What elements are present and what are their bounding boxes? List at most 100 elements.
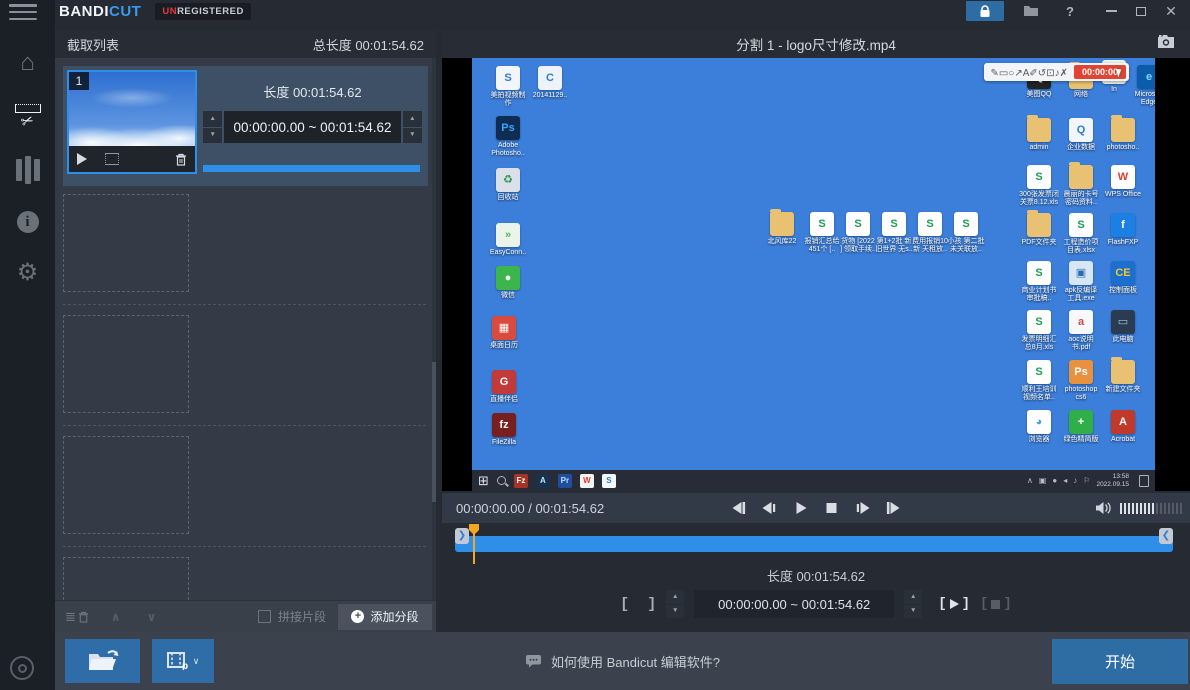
help-button[interactable]: ? — [1058, 1, 1082, 21]
system-tray: ∧▣●◂♪⚐ 13:582022.09.15 — [1027, 473, 1149, 488]
clear-list-button[interactable]: ≣ — [65, 610, 89, 623]
join-icon — [16, 156, 40, 184]
maximize-button[interactable] — [1126, 1, 1156, 21]
desktop-icon: 新建文件夹 — [1101, 360, 1145, 394]
clip-list-title: 截取列表 — [67, 35, 313, 54]
go-end-button[interactable] — [882, 497, 906, 519]
desktop-icon: admin — [1017, 118, 1061, 152]
clip-number-badge: 1 — [69, 72, 89, 90]
preview-title: 分割 1 - logo尺寸修改.mp4 — [736, 34, 896, 54]
set-start-button[interactable]: [ — [620, 596, 629, 613]
desktop-icon: » EasyConn.. — [486, 223, 530, 257]
desktop-icon: 北风库22 — [760, 212, 804, 246]
clip-item-selected[interactable]: 1 长度 00:01:54.62 ▲ ▼ — [63, 66, 428, 186]
segment-time-range[interactable]: 00:00:00.00 ~ 00:01:54.62 — [694, 590, 894, 618]
clip-end-stepper: ▲ ▼ — [403, 111, 422, 143]
clip-film-icon[interactable] — [105, 153, 119, 165]
open-file-titlebar-button[interactable] — [1016, 1, 1046, 21]
empty-slot — [63, 194, 426, 315]
sidebar-item-info[interactable] — [0, 200, 55, 244]
record-icon — [18, 664, 27, 673]
desktop-icon: ▦ 桌面日历 — [482, 316, 526, 350]
playback-controls: 00:00:00.00 / 00:01:54.62 — [442, 493, 1190, 523]
segment-start-handle[interactable]: ❯ — [455, 528, 469, 544]
taskbar-app-icon: Fz — [514, 474, 528, 488]
seg-start-up[interactable]: ▲ — [666, 590, 684, 604]
desktop-icon: e Microsoft Edge — [1127, 65, 1155, 107]
join-segments-checkbox[interactable]: 拼接片段 — [258, 608, 326, 625]
snapshot-button[interactable] — [1157, 34, 1176, 49]
bandicut-window: ⌂ ✂ ⚙ BANDICUT UNREGISTERED ? ✕ 截取列表 总长度… — [0, 0, 1190, 690]
end-down-button[interactable]: ▼ — [403, 128, 422, 144]
sidebar-item-settings[interactable]: ⚙ — [0, 251, 55, 295]
seek-track[interactable] — [455, 536, 1173, 552]
set-end-button[interactable]: ] — [647, 596, 656, 613]
desktop-icon: a aoc说明 书.pdf — [1059, 310, 1103, 352]
desktop-icon: photosho.. — [1101, 118, 1145, 152]
start-down-button[interactable]: ▼ — [203, 128, 222, 144]
menu-icon[interactable] — [9, 4, 37, 20]
segment-end-handle[interactable]: ❮ — [1159, 528, 1173, 544]
clip-thumbnail[interactable]: 1 — [67, 70, 197, 174]
desktop-icon: S 工程造价项 目表.xlsx — [1059, 213, 1103, 255]
step-back-button[interactable] — [758, 497, 782, 519]
speaker-icon[interactable] — [1095, 501, 1112, 515]
notification-icon — [1139, 475, 1149, 487]
move-up-button[interactable]: ∧ — [111, 610, 121, 624]
go-start-button[interactable] — [727, 497, 751, 519]
seg-end-down[interactable]: ▼ — [904, 605, 922, 619]
output-preset-button[interactable]: p ∨ — [152, 639, 214, 683]
desktop-icon: CE 控制面板 — [1101, 261, 1145, 295]
seg-end-up[interactable]: ▲ — [904, 590, 922, 604]
tray-icon: ♪ — [1073, 476, 1077, 485]
clip-play-icon[interactable] — [77, 153, 87, 165]
video-frame-desktop: S 美拍视频制 作 C 20141129.. Ps Adobe Photosho… — [472, 58, 1155, 491]
start-up-button[interactable]: ▲ — [203, 111, 222, 127]
record-button[interactable] — [10, 656, 34, 680]
seg-start-down[interactable]: ▼ — [666, 605, 684, 619]
sidebar-item-join[interactable] — [0, 148, 55, 192]
clip-length-label: 长度 00:01:54.62 — [203, 82, 422, 101]
clip-list-scrollbar[interactable] — [432, 58, 436, 600]
play-segment-button[interactable]: [] — [938, 596, 970, 612]
seek-bar[interactable]: ❯ ❮ — [455, 528, 1173, 562]
stop-button[interactable] — [820, 497, 844, 519]
minimize-button[interactable] — [1096, 1, 1126, 21]
playhead-marker[interactable] — [468, 524, 480, 564]
stop-segment-button[interactable]: [] — [980, 596, 1012, 612]
empty-slot — [63, 436, 426, 557]
desktop-icon: ▣ apk反编译 工具.exe — [1059, 261, 1103, 303]
desktop-icon: W WPS Office — [1101, 165, 1145, 199]
clip-time-range[interactable]: 00:00:00.00 ~ 00:01:54.62 — [224, 111, 400, 143]
step-forward-button[interactable] — [851, 497, 875, 519]
register-button[interactable] — [966, 1, 1004, 21]
close-button[interactable]: ✕ — [1156, 1, 1186, 21]
sidebar-item-home[interactable]: ⌂ — [0, 41, 55, 85]
volume-meter[interactable] — [1120, 503, 1182, 514]
end-up-button[interactable]: ▲ — [403, 111, 422, 127]
video-viewport[interactable]: S 美拍视频制 作 C 20141129.. Ps Adobe Photosho… — [442, 58, 1190, 491]
start-button[interactable]: 开始 — [1052, 639, 1188, 684]
desktop-icon: A Acrobat — [1101, 410, 1145, 444]
move-down-button[interactable]: ∨ — [147, 610, 157, 624]
clip-delete-icon[interactable] — [175, 153, 187, 166]
taskbar-app-icon: Pr — [558, 474, 572, 488]
taskbar-app-icon: W — [580, 474, 594, 488]
taskbar-app-icon: A — [536, 474, 550, 488]
desktop-icon: C 20141129.. — [528, 66, 572, 100]
lock-icon — [979, 5, 991, 18]
sidebar-item-cut[interactable]: ✂ — [0, 95, 55, 139]
sidebar: ⌂ ✂ ⚙ — [0, 0, 55, 690]
tray-icon: ● — [1052, 476, 1057, 485]
title-bar: BANDICUT UNREGISTERED ? ✕ — [55, 0, 1190, 22]
open-file-button[interactable] — [65, 639, 140, 683]
add-segment-button[interactable]: + 添加分段 — [338, 604, 432, 630]
desktop-icon: PDF文件夹 — [1017, 213, 1061, 247]
chat-bubble-icon — [525, 654, 542, 668]
segment-end-stepper: ▲ ▼ — [904, 590, 922, 618]
help-link[interactable]: 如何使用 Bandicut 编辑软件? — [551, 652, 720, 671]
recording-toolbar: ✎▭○↗A✐↺⊡♪✗ 00:00:00 — [984, 63, 1129, 81]
cut-icon: ✂ — [15, 104, 41, 130]
play-button[interactable] — [789, 497, 813, 519]
desktop-icon: Ps photoshop cs6 — [1059, 360, 1103, 402]
